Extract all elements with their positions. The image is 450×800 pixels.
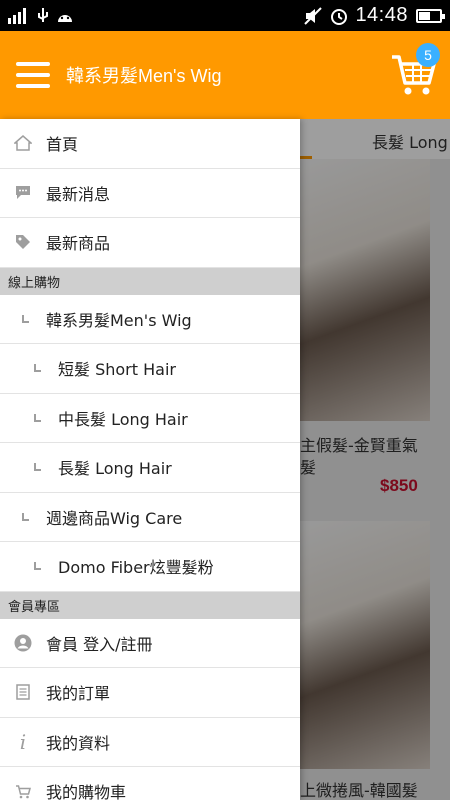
drawer-item-label: 我的訂單	[46, 684, 111, 704]
status-left-icons	[8, 7, 74, 24]
cart-icon	[14, 782, 32, 800]
drawer-item-label: 最新商品	[46, 234, 111, 254]
chat-icon	[14, 184, 32, 202]
navigation-drawer: 首頁 最新消息 最新商品 線上購物 韓系男髮Men's Wig 短髮 Short…	[0, 119, 300, 800]
drawer-item-medium-long-hair[interactable]: 中長髮 Long Hair	[0, 394, 300, 443]
tree-branch-icon	[34, 463, 41, 471]
tag-icon	[14, 233, 32, 251]
info-icon: i	[19, 729, 27, 754]
drawer-item-label: 韓系男髮Men's Wig	[46, 310, 192, 330]
cart-count-badge: 5	[416, 43, 440, 67]
drawer-item-domo-fiber[interactable]: Domo Fiber炫豐髮粉	[0, 542, 300, 592]
status-right-icons: 14:48	[303, 4, 445, 27]
section-header-shop: 線上購物	[0, 267, 300, 295]
menu-icon[interactable]	[16, 62, 50, 88]
android-icon	[58, 14, 72, 22]
battery-level	[419, 11, 430, 20]
drawer-item-new-products[interactable]: 最新商品	[0, 218, 300, 268]
drawer-item-wig-care[interactable]: 週邊商品Wig Care	[0, 493, 300, 542]
drawer-item-label: 會員 登入/註冊	[46, 634, 153, 654]
drawer-item-label: 最新消息	[46, 184, 111, 204]
cart-button[interactable]: 5	[390, 43, 440, 99]
tree-branch-icon	[34, 562, 41, 570]
signal-icon	[8, 7, 26, 24]
drawer-item-label: 我的購物車	[46, 783, 127, 800]
list-icon	[14, 683, 32, 701]
mute-icon	[304, 6, 323, 25]
section-header-member: 會員專區	[0, 591, 300, 619]
tree-branch-icon	[22, 314, 29, 323]
usb-icon	[38, 7, 48, 22]
status-bar: 14:48	[0, 0, 450, 31]
drawer-item-my-cart[interactable]: 我的購物車	[0, 767, 300, 800]
drawer-item-label: Domo Fiber炫豐髮粉	[58, 558, 214, 578]
drawer-item-news[interactable]: 最新消息	[0, 169, 300, 218]
home-icon	[14, 134, 32, 152]
drawer-item-home[interactable]: 首頁	[0, 119, 300, 169]
drawer-item-long-hair[interactable]: 長髮 Long Hair	[0, 443, 300, 493]
app-title: 韓系男髮Men's Wig	[66, 66, 222, 86]
drawer-item-short-hair[interactable]: 短髮 Short Hair	[0, 344, 300, 394]
battery-icon	[416, 8, 445, 23]
drawer-item-mens-wig[interactable]: 韓系男髮Men's Wig	[0, 295, 300, 344]
user-icon	[14, 634, 32, 652]
drawer-item-label: 中長髮 Long Hair	[58, 409, 188, 429]
alarm-icon	[331, 8, 348, 25]
tree-branch-icon	[22, 512, 29, 521]
drawer-item-label: 週邊商品Wig Care	[46, 508, 183, 528]
drawer-item-label: 我的資料	[46, 733, 111, 753]
tree-branch-icon	[34, 413, 41, 422]
drawer-item-login[interactable]: 會員 登入/註冊	[0, 619, 300, 668]
drawer-item-my-profile[interactable]: i 我的資料	[0, 718, 300, 767]
app-bar: 韓系男髮Men's Wig 5	[0, 31, 450, 119]
drawer-item-my-orders[interactable]: 我的訂單	[0, 668, 300, 718]
drawer-item-label: 首頁	[46, 135, 79, 155]
drawer-item-label: 長髮 Long Hair	[58, 459, 172, 479]
drawer-item-label: 短髮 Short Hair	[58, 360, 176, 380]
tree-branch-icon	[34, 364, 41, 372]
clock: 14:48	[355, 4, 408, 26]
